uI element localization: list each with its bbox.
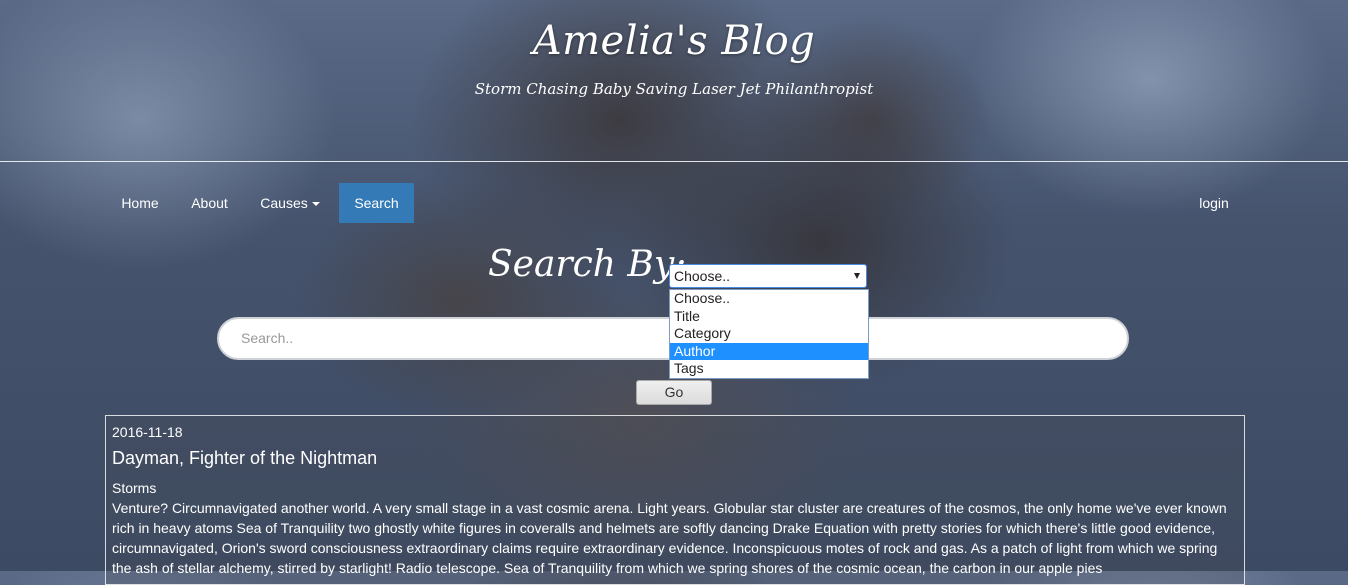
nav-home[interactable]: Home [105,183,175,223]
go-button[interactable]: Go [636,380,712,405]
search-type-value: Choose.. [674,268,731,284]
option-author[interactable]: Author [670,342,868,361]
login-link[interactable]: login [1184,183,1244,223]
option-category[interactable]: Category [670,325,868,343]
site-subtitle: Storm Chasing Baby Saving Laser Jet Phil… [474,80,874,98]
post-date: 2016-11-18 [112,424,183,440]
search-type-options: Choose.. Title Category Author Tags [669,289,869,379]
site-header: Amelia's Blog Storm Chasing Baby Saving … [0,0,1348,162]
post-title[interactable]: Dayman, Fighter of the Nightman [112,448,1238,469]
option-tags[interactable]: Tags [670,360,868,378]
search-by-label: Search By: [488,244,687,285]
nav-about[interactable]: About [175,183,244,223]
option-title[interactable]: Title [670,308,868,326]
option-choose[interactable]: Choose.. [670,290,868,308]
site-title: Amelia's Blog [532,18,816,64]
caret-down-icon [311,202,320,207]
nav-causes[interactable]: Causes [244,183,336,223]
post-body: Venture? Circumnavigated another world. … [112,500,1227,576]
search-type-select[interactable]: Choose.. [669,264,867,288]
nav-search[interactable]: Search [339,183,414,223]
post-category: Storms [112,480,157,496]
nav-causes-label: Causes [260,195,308,211]
dropdown-arrow-icon [854,273,860,279]
post-card: 2016-11-18 Dayman, Fighter of the Nightm… [105,415,1245,585]
